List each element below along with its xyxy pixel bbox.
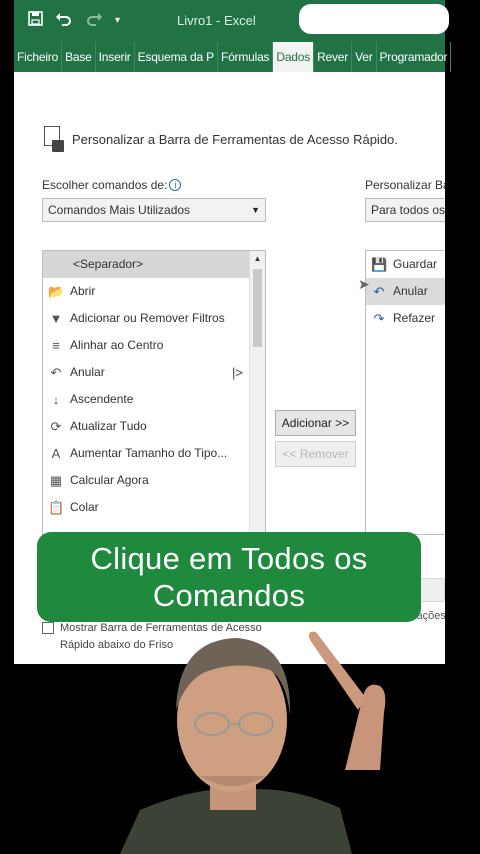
list-item[interactable]: ≡ Alinhar ao Centro bbox=[43, 332, 265, 359]
choose-commands-label: Escolher comandos de: i bbox=[42, 178, 182, 192]
paste-icon: 📋 bbox=[48, 500, 65, 515]
remove-button[interactable]: << Remover bbox=[275, 441, 356, 467]
tab-esquema-da-p[interactable]: Esquema da P bbox=[135, 42, 218, 72]
list-item-label: Anular bbox=[70, 365, 105, 379]
save-icon[interactable] bbox=[28, 11, 43, 30]
tab-rever[interactable]: Rever bbox=[314, 42, 353, 72]
sort-ascending-icon: ↓ bbox=[52, 392, 60, 407]
customize-qat-dropdown[interactable]: Para todos os d bbox=[365, 198, 445, 222]
scrollbar-thumb[interactable] bbox=[253, 269, 262, 347]
mouse-pointer-icon: ➤ bbox=[358, 276, 370, 292]
list-item-label: Atualizar Tudo bbox=[70, 419, 147, 433]
list-item-label: Aumentar Tamanho do Tipo... bbox=[70, 446, 228, 460]
list-item[interactable]: <Separador> bbox=[43, 251, 265, 278]
redo-icon[interactable] bbox=[85, 11, 103, 30]
choose-commands-value: Comandos Mais Utilizados bbox=[48, 203, 191, 217]
list-item[interactable]: ⟳ Atualizar Tudo bbox=[43, 413, 265, 440]
tab-inserir[interactable]: Inserir bbox=[96, 42, 135, 72]
list-item[interactable]: ▦ Calcular Agora bbox=[43, 467, 265, 494]
list-item[interactable]: 📋 Colar bbox=[43, 494, 265, 521]
undo-icon: ↶ bbox=[50, 365, 62, 380]
qat-list-item[interactable]: 💾 Guardar bbox=[366, 251, 445, 278]
caption-line-1: Clique em Todos os bbox=[90, 541, 368, 576]
qat-list-item-label: Anular bbox=[393, 284, 428, 298]
qat-document-icon bbox=[42, 124, 64, 154]
choose-commands-label-text: Escolher comandos de: bbox=[42, 178, 168, 192]
qat-list-item[interactable]: ↷ Refazer bbox=[366, 305, 445, 332]
folder-open-icon: 📂 bbox=[48, 284, 65, 299]
caption-line-2: Comandos bbox=[152, 578, 306, 613]
tab-ver[interactable]: Ver bbox=[352, 42, 377, 72]
list-item-label: Adicionar ou Remover Filtros bbox=[70, 311, 225, 325]
video-frame: { "titlebar": { "doc_title": "Livro1 - E… bbox=[0, 0, 480, 854]
tab-programador[interactable]: Programador bbox=[377, 42, 452, 72]
ribbon-tabs: Ficheiro Base Inserir Esquema da P Fórmulas D… bbox=[14, 42, 452, 72]
refresh-all-icon: ⟳ bbox=[50, 419, 62, 434]
undo-icon[interactable] bbox=[55, 11, 73, 30]
qat-commands-list[interactable]: 💾 Guardar ↶ Anular ↷ Refazer bbox=[365, 250, 445, 535]
dialog-title: Personalizar a Barra de Ferramentas de A… bbox=[72, 131, 398, 147]
list-item-label: Calcular Agora bbox=[70, 473, 149, 487]
presenter-image bbox=[120, 631, 386, 854]
list-item-label: Alinhar ao Centro bbox=[70, 338, 164, 352]
tab-dados[interactable]: Dados bbox=[273, 42, 315, 72]
add-button[interactable]: Adicionar >> bbox=[275, 410, 356, 436]
redacted-area bbox=[299, 4, 449, 34]
available-commands-list[interactable]: <Separador> 📂 Abrir ▼ Adicionar ou Remover F… bbox=[42, 250, 266, 535]
qat-list-item-label: Guardar bbox=[393, 257, 438, 271]
filter-icon: ▼ bbox=[49, 311, 63, 326]
list-item[interactable]: A Aumentar Tamanho do Tipo... bbox=[43, 440, 265, 467]
scroll-up-icon[interactable]: ▲ bbox=[250, 251, 265, 267]
document-title: Livro1 - Excel bbox=[177, 13, 256, 28]
submenu-arrow-icon: |> bbox=[232, 365, 243, 380]
choose-commands-dropdown[interactable]: Comandos Mais Utilizados ▼ bbox=[42, 198, 266, 222]
list-item-label: Abrir bbox=[70, 284, 96, 298]
quick-access-toolbar: ▾ bbox=[28, 11, 120, 30]
caption-banner: Clique em Todos os Comandos bbox=[37, 532, 421, 622]
qat-list-item[interactable]: ↶ Anular bbox=[366, 278, 445, 305]
tab-f-rmulas[interactable]: Fórmulas bbox=[218, 42, 274, 72]
commands-scrollbar[interactable]: ▲ bbox=[249, 251, 265, 534]
increase-font-icon: A bbox=[51, 446, 61, 461]
list-item-label: Ascendente bbox=[70, 392, 134, 406]
list-item[interactable]: ↓ Ascendente bbox=[43, 386, 265, 413]
list-item-label: Colar bbox=[70, 500, 99, 514]
customize-qat-value: Para todos os d bbox=[371, 203, 445, 217]
list-item[interactable]: ↶ Anular |> bbox=[43, 359, 265, 386]
list-item-label: <Separador> bbox=[73, 257, 144, 271]
calculator-icon: ▦ bbox=[49, 473, 63, 488]
excel-titlebar: ▾ Livro1 - Excel bbox=[14, 0, 449, 42]
qat-list-item-label: Refazer bbox=[393, 311, 436, 325]
info-icon: i bbox=[169, 179, 182, 191]
list-item[interactable]: ▼ Adicionar ou Remover Filtros bbox=[43, 305, 265, 332]
customize-qat-label: Personalizar Barr bbox=[365, 178, 445, 192]
dialog-header: Personalizar a Barra de Ferramentas de A… bbox=[42, 124, 398, 154]
align-center-icon: ≡ bbox=[52, 338, 60, 353]
list-item[interactable]: 📂 Abrir bbox=[43, 278, 265, 305]
save-icon: 💾 bbox=[371, 257, 388, 272]
redo-icon: ↷ bbox=[373, 311, 385, 326]
chevron-down-icon: ▼ bbox=[251, 205, 260, 215]
tab-ficheiro[interactable]: Ficheiro bbox=[14, 42, 63, 72]
tab-base[interactable]: Base bbox=[62, 42, 96, 72]
customize-qat-icon[interactable]: ▾ bbox=[115, 15, 120, 26]
undo-icon: ↶ bbox=[373, 284, 385, 299]
